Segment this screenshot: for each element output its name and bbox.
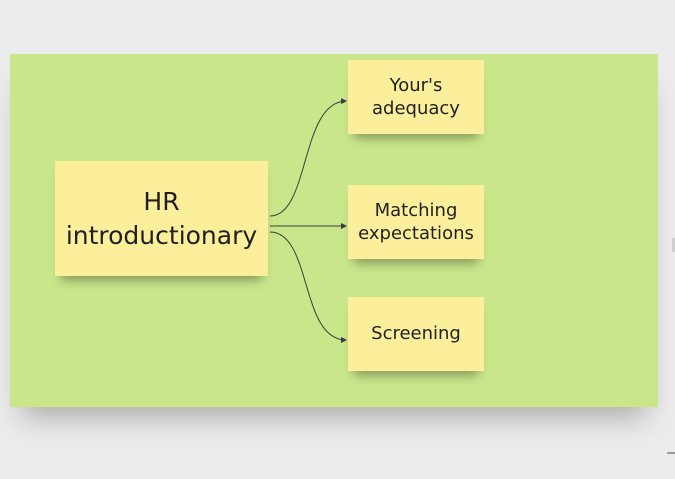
whiteboard-canvas[interactable]: HR introductionary Your's adequacy Match… [0, 0, 675, 479]
sticky-note-adequacy[interactable]: Your's adequacy [348, 60, 484, 134]
sticky-note-text: Your's adequacy [372, 74, 460, 119]
sticky-note-hr-introductionary[interactable]: HR introductionary [55, 161, 268, 276]
edge-marker [667, 452, 675, 454]
sticky-note-text: HR introductionary [65, 186, 258, 250]
sticky-note-text: Screening [371, 323, 461, 345]
sticky-note-text: Matching expectations [358, 199, 474, 244]
sticky-note-screening[interactable]: Screening [348, 297, 484, 371]
sticky-note-matching-expectations[interactable]: Matching expectations [348, 185, 484, 259]
